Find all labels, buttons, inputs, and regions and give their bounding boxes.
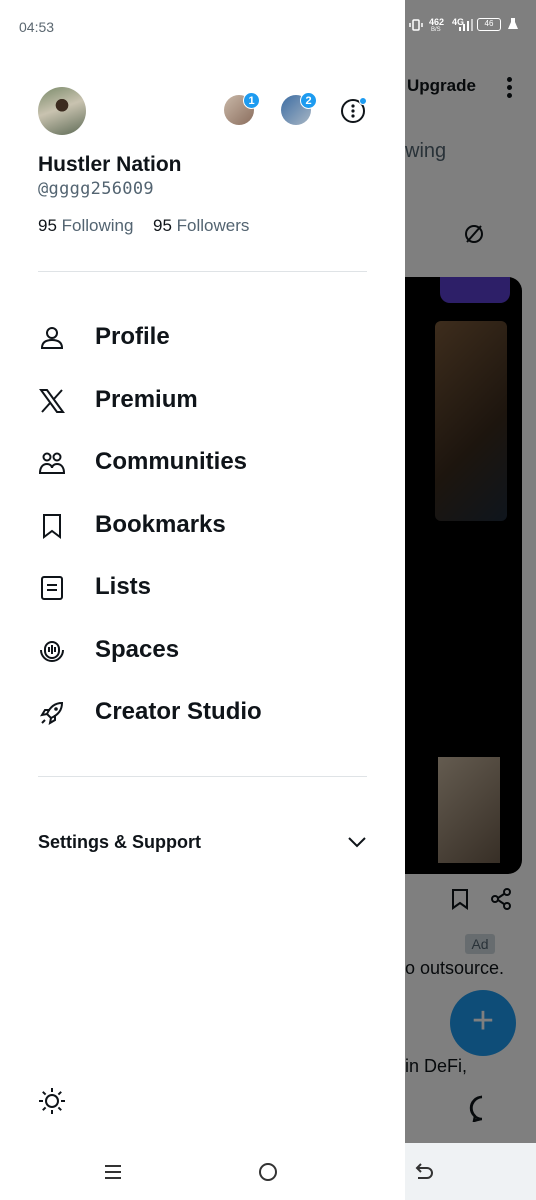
menu-item-profile[interactable]: Profile: [38, 311, 368, 363]
menu-item-label: Creator Studio: [95, 698, 262, 725]
switch-account-avatar[interactable]: 1: [224, 92, 260, 125]
menu-item-lists[interactable]: Lists: [38, 561, 368, 613]
back-icon[interactable]: [408, 1157, 438, 1187]
divider: [38, 271, 367, 272]
bookmark-icon: [43, 514, 61, 539]
person-icon: [40, 327, 64, 349]
battery-icon: 46: [477, 18, 501, 31]
net-unit: B/S: [431, 27, 441, 33]
display-name[interactable]: Hustler Nation: [38, 153, 182, 177]
menu-item-label: Profile: [95, 323, 170, 350]
home-icon[interactable]: [253, 1157, 283, 1187]
menu-item-communities[interactable]: Communities: [38, 436, 368, 488]
menu-item-label: Communities: [95, 448, 248, 475]
menu-item-label: Lists: [95, 573, 152, 600]
menu-item-creator-studio[interactable]: Creator Studio: [38, 686, 368, 738]
chevron-down-icon: [348, 837, 366, 848]
status-time: 04:53: [19, 19, 55, 35]
settings-support-label: Settings & Support: [38, 832, 201, 852]
unread-dot: [359, 97, 367, 105]
spaces-icon: [40, 641, 64, 662]
menu-item-premium[interactable]: Premium: [38, 374, 368, 426]
followers-count: 95: [153, 216, 172, 235]
followers-link[interactable]: 95 Followers: [153, 216, 249, 236]
rocket-icon: [39, 701, 64, 726]
menu-item-label: Premium: [95, 386, 198, 413]
menu-item-label: Spaces: [95, 636, 180, 663]
notification-badge: 1: [243, 92, 260, 109]
vibrate-icon: [409, 19, 423, 31]
signal-icon: [459, 19, 473, 31]
navigation-drawer: 04:53 1 2 Hustler Nation @gggg256009 95 …: [0, 0, 405, 1143]
following-link[interactable]: 95 Following: [38, 216, 133, 236]
notification-badge: 2: [300, 92, 317, 109]
switch-account-avatar[interactable]: 2: [281, 92, 317, 125]
following-count: 95: [38, 216, 57, 235]
sun-icon[interactable]: [38, 1087, 66, 1115]
system-nav-bar: [0, 1143, 536, 1200]
menu-item-spaces[interactable]: Spaces: [38, 624, 368, 676]
profile-avatar[interactable]: [38, 87, 86, 135]
flask-icon: [508, 18, 518, 29]
following-label: Following: [61, 216, 134, 235]
lists-icon: [41, 576, 63, 600]
communities-icon: [38, 452, 66, 474]
status-bar: 04:53: [0, 0, 405, 54]
menu-item-bookmarks[interactable]: Bookmarks: [38, 499, 368, 551]
settings-support-toggle[interactable]: Settings & Support: [38, 830, 368, 860]
followers-label: Followers: [176, 216, 250, 235]
user-handle: @gggg256009: [38, 179, 154, 199]
net-speed: 462: [429, 17, 445, 27]
recents-icon[interactable]: [98, 1157, 128, 1187]
menu-item-label: Bookmarks: [95, 511, 226, 538]
divider: [38, 776, 367, 777]
x-logo-icon: [39, 389, 65, 413]
status-icons: 462 B/S 4G 46: [405, 12, 536, 42]
